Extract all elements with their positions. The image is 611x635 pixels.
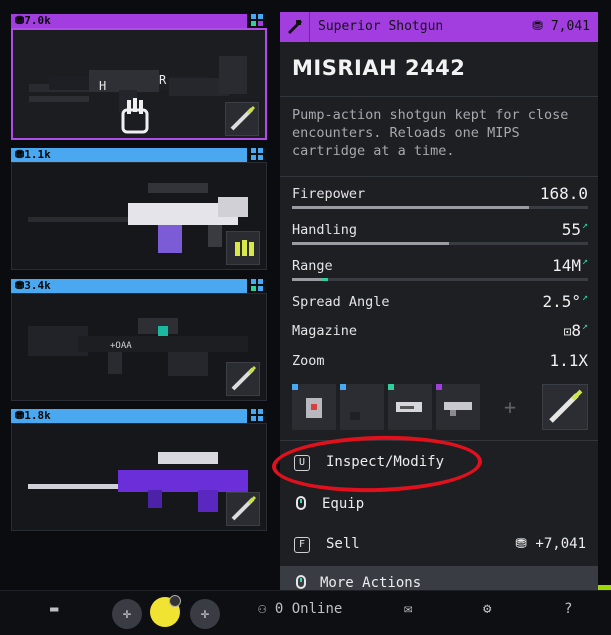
mod-slot-2[interactable] bbox=[340, 384, 384, 430]
mod-slots: + bbox=[292, 384, 588, 430]
svg-text:H: H bbox=[99, 79, 106, 93]
weapon-type-icon bbox=[280, 12, 310, 42]
stat-zoom: Zoom 1.1X bbox=[292, 351, 588, 370]
mod-dots-icon bbox=[251, 279, 267, 293]
sniper-rifle-image bbox=[28, 183, 248, 253]
sell-button[interactable]: F Sell ⛃ +7,041 bbox=[280, 526, 598, 566]
stat-up-arrow-icon: ↗ bbox=[581, 321, 588, 332]
help-icon[interactable]: ? bbox=[564, 601, 572, 617]
attachment-thumb[interactable] bbox=[225, 102, 259, 136]
divider bbox=[280, 176, 598, 177]
add-icon[interactable]: ✛ bbox=[190, 599, 220, 629]
bottom-bar: ▬ ✛ ✛ ⚇ 0 Online ✉ ⚙ ? bbox=[0, 590, 611, 635]
mod-slot-3[interactable] bbox=[388, 384, 432, 430]
weapon-name: MISRIAH 2442 bbox=[292, 56, 466, 80]
svg-text:R: R bbox=[159, 73, 167, 87]
right-edge-strip bbox=[598, 0, 611, 590]
weapon-detail-panel: Superior Shotgun ⛃ 7,041 MISRIAH 2442 Pu… bbox=[280, 12, 598, 602]
stat-firepower: Firepower 168.0 bbox=[292, 184, 588, 212]
weapon-price-tag: ⛃1.1k bbox=[11, 148, 247, 162]
scope-icon bbox=[230, 105, 256, 131]
stat-up-arrow-icon: ↗ bbox=[581, 292, 588, 303]
attachment-slot[interactable] bbox=[542, 384, 588, 430]
tier-titlebar: Superior Shotgun ⛃ 7,041 bbox=[280, 12, 598, 42]
stat-up-arrow-icon: ↗ bbox=[581, 256, 588, 267]
weapon-list: ⛃7.0k H R ⛃1.1k ⛃3.4k +OAA ⛃1.8k bbox=[0, 0, 280, 590]
weapon-price-tag: ⛃3.4k bbox=[11, 279, 247, 293]
online-count[interactable]: ⚇ 0 Online bbox=[258, 601, 342, 617]
mouse-click-icon bbox=[296, 575, 306, 589]
mod-dots-icon bbox=[251, 148, 267, 162]
friends-icon: ⚇ bbox=[258, 601, 267, 617]
mod-dots-icon bbox=[251, 409, 267, 423]
coin-icon: ⛃ bbox=[515, 536, 536, 552]
gear-icon[interactable]: ⚙ bbox=[483, 601, 491, 617]
stat-bar bbox=[292, 242, 588, 245]
divider bbox=[280, 96, 598, 97]
weapon-card-3[interactable]: ⛃3.4k +OAA bbox=[11, 279, 267, 401]
weapon-card-body: +OAA bbox=[11, 293, 267, 401]
add-mod-icon[interactable]: + bbox=[504, 395, 516, 419]
weapon-card-body bbox=[11, 162, 267, 270]
scope-icon bbox=[549, 389, 583, 423]
stat-range: Range 14M↗ bbox=[292, 256, 588, 284]
weapon-card-4[interactable]: ⛃1.8k bbox=[11, 409, 267, 531]
rifle-image: +OAA bbox=[28, 318, 248, 376]
attachment-thumb[interactable] bbox=[226, 362, 260, 396]
add-icon[interactable]: ✛ bbox=[112, 599, 142, 629]
scope-icon bbox=[231, 495, 257, 521]
stat-up-arrow-icon: ↗ bbox=[581, 220, 588, 231]
shotgun-image: H R bbox=[29, 56, 247, 134]
tier-label: Superior Shotgun bbox=[318, 19, 444, 34]
sell-amount: ⛃ +7,041 bbox=[515, 536, 586, 552]
equip-button[interactable]: Equip bbox=[280, 486, 598, 526]
mod-slot-4[interactable] bbox=[436, 384, 480, 430]
weapon-price-tag: ⛃7.0k bbox=[11, 14, 247, 28]
stock-mod-icon bbox=[348, 400, 374, 420]
ammo-icon bbox=[235, 240, 254, 256]
chat-icon[interactable]: ▬ bbox=[50, 601, 58, 617]
microphone-icon bbox=[169, 595, 181, 607]
attachment-thumb[interactable] bbox=[226, 231, 260, 265]
stat-spread-angle: Spread Angle 2.5°↗ bbox=[292, 292, 588, 311]
sniper-rifle-image bbox=[28, 452, 248, 512]
mail-icon[interactable]: ✉ bbox=[404, 601, 412, 617]
weapon-card-1[interactable]: ⛃7.0k H R bbox=[11, 14, 267, 140]
keybind-f: F bbox=[294, 537, 310, 553]
stat-bar bbox=[292, 278, 588, 281]
weapon-card-body bbox=[11, 423, 267, 531]
stat-magazine: Magazine ⊡8↗ bbox=[292, 321, 588, 340]
stat-handling: Handling 55↗ bbox=[292, 220, 588, 248]
mod-slot-1[interactable] bbox=[292, 384, 336, 430]
weapon-price-tag: ⛃1.8k bbox=[11, 409, 247, 423]
stat-bar bbox=[292, 206, 588, 209]
weapon-price: ⛃ 7,041 bbox=[532, 19, 590, 34]
mouse-click-icon bbox=[296, 496, 306, 510]
grip-mod-icon bbox=[444, 402, 472, 416]
weapon-card-body: H R bbox=[11, 28, 267, 140]
svg-text:+OAA: +OAA bbox=[110, 341, 132, 351]
magazine-mod-icon bbox=[306, 398, 322, 418]
weapon-description: Pump-action shotgun kept for close encou… bbox=[292, 107, 569, 159]
avatar[interactable] bbox=[150, 595, 181, 627]
weapon-card-2[interactable]: ⛃1.1k bbox=[11, 148, 267, 270]
attachment-thumb[interactable] bbox=[226, 492, 260, 526]
scope-icon bbox=[231, 365, 257, 391]
mod-dots-icon bbox=[251, 14, 267, 28]
barrel-mod-icon bbox=[396, 402, 422, 412]
coin-icon: ⛃ bbox=[532, 19, 551, 34]
